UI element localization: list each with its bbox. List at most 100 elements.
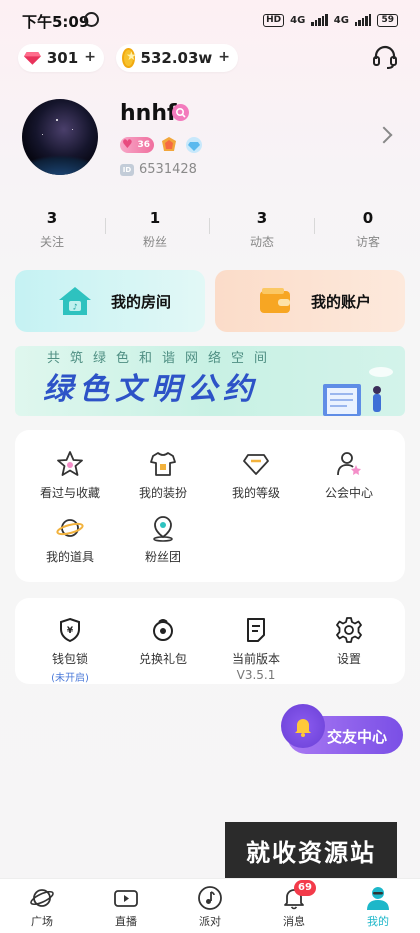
badges-row: 36 — [120, 135, 204, 155]
version-number: V3.5.1 — [236, 668, 276, 682]
nav-label: 直播 — [115, 915, 137, 928]
search-icon[interactable] — [172, 104, 189, 121]
menu-my-props[interactable]: 我的道具 — [20, 514, 120, 565]
friend-center-label: 交友中心 — [327, 728, 388, 746]
menu-guild-center[interactable]: 公会中心 — [299, 450, 399, 501]
stat-label: 关注 — [39, 235, 64, 249]
banner-title: 绿色文明公约 — [43, 372, 259, 407]
planet-nav-icon — [30, 889, 54, 907]
message-count-badge: 69 — [294, 880, 316, 896]
gems-add-button[interactable]: + — [84, 50, 96, 65]
document-icon — [247, 618, 265, 642]
menu-label: 看过与收藏 — [39, 486, 100, 500]
promo-banner[interactable]: 共筑绿色和谐网络空间 绿色文明公约 — [15, 346, 405, 416]
nav-label: 广场 — [31, 915, 53, 928]
diamond-icon — [243, 454, 269, 475]
stat-value: 3 — [256, 209, 268, 227]
stat-label: 访客 — [355, 235, 380, 249]
shirt-icon — [150, 452, 176, 476]
svg-text:¥: ¥ — [67, 626, 74, 636]
divider — [105, 218, 106, 234]
gem-icon — [24, 52, 41, 65]
gift-bag-icon — [153, 619, 173, 641]
wallet-lock-status: (未开启) — [51, 673, 89, 684]
avatar[interactable] — [22, 99, 98, 175]
rank-medal-icon — [162, 137, 176, 151]
stat-value: 3 — [46, 209, 58, 227]
menu-label: 当前版本 — [231, 652, 280, 666]
stat-value: 0 — [362, 209, 374, 227]
planet-icon — [56, 519, 84, 537]
signal-icon-2 — [354, 14, 372, 26]
nav-party[interactable]: 派对 — [180, 885, 240, 929]
status-bar: 下午5:09 HD 4G 4G 59 — [0, 0, 420, 40]
svg-text:♪: ♪ — [72, 303, 77, 312]
menu-label: 设置 — [336, 652, 361, 666]
settings-row-card: ¥ 钱包锁 (未开启) 兑换礼包 当前版本 V3.5.1 设置 — [15, 598, 405, 684]
chevron-right-icon[interactable] — [375, 126, 393, 144]
menu-settings[interactable]: 设置 — [299, 616, 399, 667]
menu-label: 我的装扮 — [138, 486, 187, 500]
nav-label: 派对 — [199, 915, 221, 928]
nav-label: 我的 — [367, 915, 389, 928]
username: hnhf — [120, 101, 177, 126]
nav-me[interactable]: 我的 — [348, 885, 408, 929]
video-camera-icon — [114, 890, 138, 907]
stat-visitors[interactable]: 0 访客 — [328, 209, 408, 250]
location-icon — [153, 516, 173, 542]
music-note-icon — [198, 886, 222, 910]
menu-label: 兑换礼包 — [138, 652, 187, 666]
stat-following[interactable]: 3 关注 — [12, 209, 92, 250]
gems-balance[interactable]: 301 + — [18, 44, 104, 72]
friend-center-button[interactable]: 交友中心 — [281, 704, 403, 754]
menu-current-version[interactable]: 当前版本 V3.5.1 — [206, 616, 306, 682]
menu-history-favorites[interactable]: 看过与收藏 — [20, 450, 120, 501]
coin-icon — [122, 48, 136, 68]
my-room-card[interactable]: ♪ 我的房间 — [15, 270, 205, 332]
coins-value: 532.03w — [140, 49, 213, 67]
user-id-row: ID 6531428 — [120, 162, 197, 177]
coins-balance[interactable]: 532.03w + — [116, 44, 238, 72]
watermark-overlay: 就收资源站 — [225, 822, 397, 878]
menu-label: 我的道具 — [45, 550, 94, 564]
coins-add-button[interactable]: + — [218, 50, 230, 65]
battery-icon: 59 — [377, 13, 398, 27]
network-label-1: 4G — [290, 14, 306, 26]
divider — [314, 218, 315, 234]
star-box-icon — [57, 451, 83, 476]
menu-my-level[interactable]: 我的等级 — [206, 450, 306, 501]
user-id: 6531428 — [139, 162, 197, 177]
stat-fans[interactable]: 1 粉丝 — [115, 209, 195, 250]
alarm-icon — [84, 12, 99, 27]
menu-label: 钱包锁 — [51, 652, 88, 666]
my-account-label: 我的账户 — [311, 292, 372, 311]
menu-label: 我的等级 — [231, 486, 280, 500]
menu-wallet-lock[interactable]: ¥ 钱包锁 (未开启) — [20, 616, 120, 684]
stat-posts[interactable]: 3 动态 — [222, 209, 302, 250]
signal-icon — [311, 14, 328, 26]
vip-level-badge: 36 — [120, 136, 154, 153]
person-icon — [367, 887, 389, 910]
features-grid-card: 看过与收藏 我的装扮 我的等级 公会中心 我的道具 粉丝团 — [15, 430, 405, 582]
wallet-icon — [260, 288, 290, 313]
house-icon: ♪ — [59, 287, 91, 315]
crystal-badge-icon — [186, 137, 202, 153]
status-indicators: HD 4G 4G 59 — [263, 12, 398, 28]
menu-label: 公会中心 — [324, 486, 373, 500]
divider — [209, 218, 210, 234]
hd-icon: HD — [263, 13, 285, 27]
person-star-icon — [337, 452, 361, 476]
status-time: 下午5:09 — [22, 13, 90, 31]
headset-icon[interactable] — [372, 44, 398, 70]
nav-messages[interactable]: 69 消息 — [264, 880, 324, 929]
menu-fan-club[interactable]: 粉丝团 — [113, 514, 213, 565]
network-label-2: 4G — [333, 14, 349, 26]
my-account-card[interactable]: 我的账户 — [215, 270, 405, 332]
menu-redeem-gift[interactable]: 兑换礼包 — [113, 616, 213, 667]
nav-square[interactable]: 广场 — [12, 885, 72, 929]
bell-icon — [281, 704, 325, 748]
menu-my-outfit[interactable]: 我的装扮 — [113, 450, 213, 501]
menu-label: 粉丝团 — [144, 550, 181, 564]
stat-value: 1 — [149, 209, 161, 227]
nav-live[interactable]: 直播 — [96, 885, 156, 929]
